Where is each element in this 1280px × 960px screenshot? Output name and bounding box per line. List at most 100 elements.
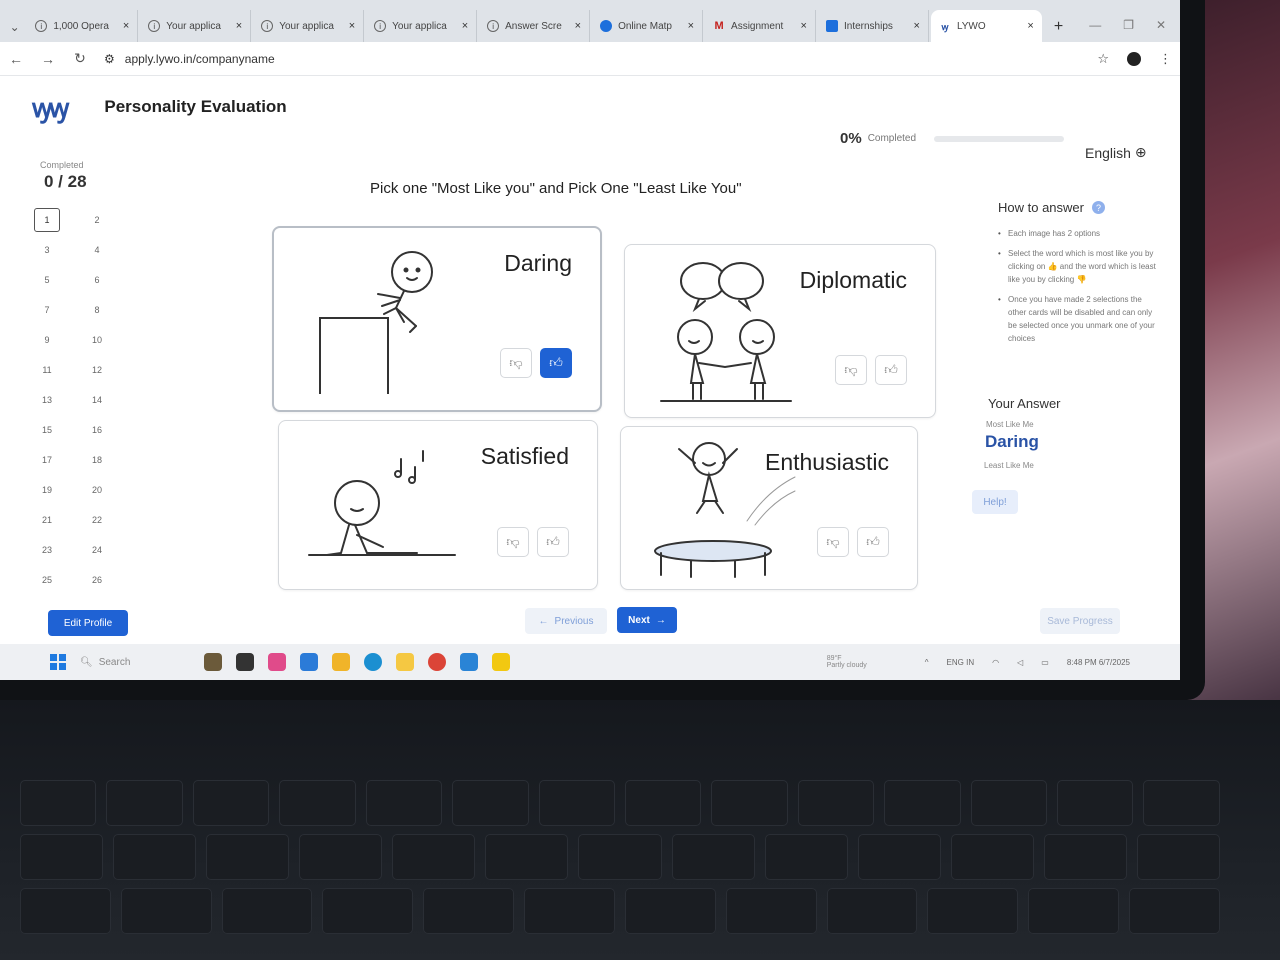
back-arrow-icon[interactable]: ← bbox=[8, 51, 24, 67]
wifi-icon[interactable]: ◠ bbox=[992, 658, 999, 667]
clock[interactable]: 8:48 PM 6/7/2025 bbox=[1067, 658, 1130, 667]
close-icon[interactable]: × bbox=[462, 20, 468, 32]
file-explorer-icon[interactable] bbox=[396, 653, 414, 671]
question-number-5[interactable]: 5 bbox=[34, 268, 60, 292]
window-close-icon[interactable]: ✕ bbox=[1156, 18, 1166, 32]
close-icon[interactable]: × bbox=[914, 20, 920, 32]
question-number-10[interactable]: 10 bbox=[84, 328, 110, 352]
edit-profile-button[interactable]: Edit Profile bbox=[48, 610, 128, 636]
option-card-daring[interactable]: Daring 👎︎ 👍︎ bbox=[272, 226, 602, 412]
question-number-25[interactable]: 25 bbox=[34, 568, 60, 592]
most-like-me-button[interactable]: 👍︎ bbox=[537, 527, 569, 557]
question-number-18[interactable]: 18 bbox=[84, 448, 110, 472]
tab-search-chevron-icon[interactable]: ⌄ bbox=[4, 12, 25, 42]
browser-tab[interactable]: Online Matp × bbox=[592, 10, 704, 42]
app-icon[interactable] bbox=[332, 653, 350, 671]
thumbs-up-icon: 👍︎ bbox=[884, 362, 898, 377]
close-icon[interactable]: × bbox=[349, 20, 355, 32]
help-button[interactable]: Help! bbox=[972, 490, 1018, 514]
browser-tab[interactable]: M Assignment × bbox=[705, 10, 816, 42]
option-card-enthusiastic[interactable]: Enthusiastic 👎︎ 👍︎ bbox=[620, 426, 918, 590]
battery-icon[interactable]: ▭ bbox=[1041, 658, 1049, 667]
address-bar[interactable]: ⚙ apply.lywo.in/companyname bbox=[104, 52, 275, 66]
question-mark-icon[interactable]: ? bbox=[1091, 201, 1105, 214]
next-button[interactable]: Next → bbox=[617, 607, 677, 633]
vscode-icon[interactable] bbox=[460, 653, 478, 671]
save-progress-button[interactable]: Save Progress bbox=[1040, 608, 1120, 634]
question-number-24[interactable]: 24 bbox=[84, 538, 110, 562]
browser-tab[interactable]: i 1,000 Opera × bbox=[27, 10, 139, 42]
lywo-logo[interactable]: ꝡꝡ bbox=[32, 89, 69, 125]
toolbar-right: ☆ ⋮ bbox=[1097, 51, 1172, 67]
browser-tab-active[interactable]: ꝡ LYWO × bbox=[930, 10, 1042, 42]
app-icon[interactable] bbox=[300, 653, 318, 671]
progress-label: Completed bbox=[867, 133, 917, 144]
question-number-20[interactable]: 20 bbox=[84, 478, 110, 502]
most-like-me-button[interactable]: 👍︎ bbox=[875, 355, 907, 385]
question-number-4[interactable]: 4 bbox=[84, 238, 110, 262]
weather-widget[interactable]: 89°F Partly cloudy bbox=[827, 655, 867, 669]
question-number-21[interactable]: 21 bbox=[34, 508, 60, 532]
most-like-me-label: Most Like Me bbox=[986, 420, 1034, 429]
app-icon[interactable] bbox=[492, 653, 510, 671]
question-number-12[interactable]: 12 bbox=[84, 358, 110, 382]
close-icon[interactable]: × bbox=[575, 20, 581, 32]
option-card-satisfied[interactable]: Satisfied 👎︎ 👍︎ bbox=[278, 420, 598, 590]
bookmark-star-icon[interactable]: ☆ bbox=[1097, 51, 1109, 67]
more-menu-icon[interactable]: ⋮ bbox=[1159, 51, 1172, 67]
most-like-me-button[interactable]: 👍︎ bbox=[540, 348, 572, 378]
browser-tab[interactable]: i Your applica × bbox=[140, 10, 252, 42]
profile-avatar[interactable] bbox=[1127, 51, 1141, 66]
language-indicator[interactable]: ENG IN bbox=[947, 658, 975, 667]
browser-tab[interactable]: Internships × bbox=[818, 10, 929, 42]
question-number-15[interactable]: 15 bbox=[34, 418, 60, 442]
copilot-icon[interactable] bbox=[268, 653, 286, 671]
new-tab-button[interactable]: + bbox=[1044, 18, 1073, 42]
most-like-me-button[interactable]: 👍︎ bbox=[857, 527, 889, 557]
question-number-19[interactable]: 19 bbox=[34, 478, 60, 502]
widgets-icon[interactable] bbox=[204, 653, 222, 671]
minimize-icon[interactable]: — bbox=[1089, 18, 1101, 32]
close-icon[interactable]: × bbox=[123, 20, 129, 32]
question-number-17[interactable]: 17 bbox=[34, 448, 60, 472]
browser-tab[interactable]: i Your applica × bbox=[253, 10, 365, 42]
volume-icon[interactable]: ◁ bbox=[1017, 658, 1023, 667]
question-number-3[interactable]: 3 bbox=[34, 238, 60, 262]
close-icon[interactable]: × bbox=[801, 20, 807, 32]
maximize-icon[interactable]: ❐ bbox=[1123, 18, 1134, 32]
language-selector[interactable]: English ⊕ bbox=[1085, 144, 1147, 161]
close-icon[interactable]: × bbox=[1027, 20, 1033, 32]
task-view-icon[interactable] bbox=[236, 653, 254, 671]
question-number-7[interactable]: 7 bbox=[34, 298, 60, 322]
windows-start-icon[interactable] bbox=[50, 654, 66, 670]
previous-button[interactable]: ← Previous bbox=[525, 608, 607, 634]
close-icon[interactable]: × bbox=[236, 20, 242, 32]
least-like-me-button[interactable]: 👎︎ bbox=[817, 527, 849, 557]
question-number-22[interactable]: 22 bbox=[84, 508, 110, 532]
option-card-diplomatic[interactable]: Diplomatic 👎︎ 👍︎ bbox=[624, 244, 936, 418]
question-number-6[interactable]: 6 bbox=[84, 268, 110, 292]
question-number-1[interactable]: 1 bbox=[34, 208, 60, 232]
least-like-me-button[interactable]: 👎︎ bbox=[835, 355, 867, 385]
question-number-8[interactable]: 8 bbox=[84, 298, 110, 322]
chrome-browser-icon[interactable] bbox=[428, 653, 446, 671]
site-settings-icon[interactable]: ⚙ bbox=[104, 52, 115, 66]
least-like-me-button[interactable]: 👎︎ bbox=[500, 348, 532, 378]
chevron-up-icon[interactable]: ^ bbox=[925, 658, 929, 667]
question-number-14[interactable]: 14 bbox=[84, 388, 110, 412]
question-number-16[interactable]: 16 bbox=[84, 418, 110, 442]
browser-tab[interactable]: i Answer Scre × bbox=[479, 10, 591, 42]
forward-arrow-icon[interactable]: → bbox=[40, 51, 56, 67]
question-number-23[interactable]: 23 bbox=[34, 538, 60, 562]
question-number-26[interactable]: 26 bbox=[84, 568, 110, 592]
taskbar-search[interactable]: 🔍︎ Search bbox=[80, 657, 190, 668]
close-icon[interactable]: × bbox=[688, 20, 694, 32]
browser-tab[interactable]: i Your applica × bbox=[366, 10, 478, 42]
least-like-me-button[interactable]: 👎︎ bbox=[497, 527, 529, 557]
question-number-2[interactable]: 2 bbox=[84, 208, 110, 232]
question-number-11[interactable]: 11 bbox=[34, 358, 60, 382]
question-number-13[interactable]: 13 bbox=[34, 388, 60, 412]
reload-icon[interactable]: ↻ bbox=[72, 50, 88, 67]
edge-browser-icon[interactable] bbox=[364, 653, 382, 671]
question-number-9[interactable]: 9 bbox=[34, 328, 60, 352]
